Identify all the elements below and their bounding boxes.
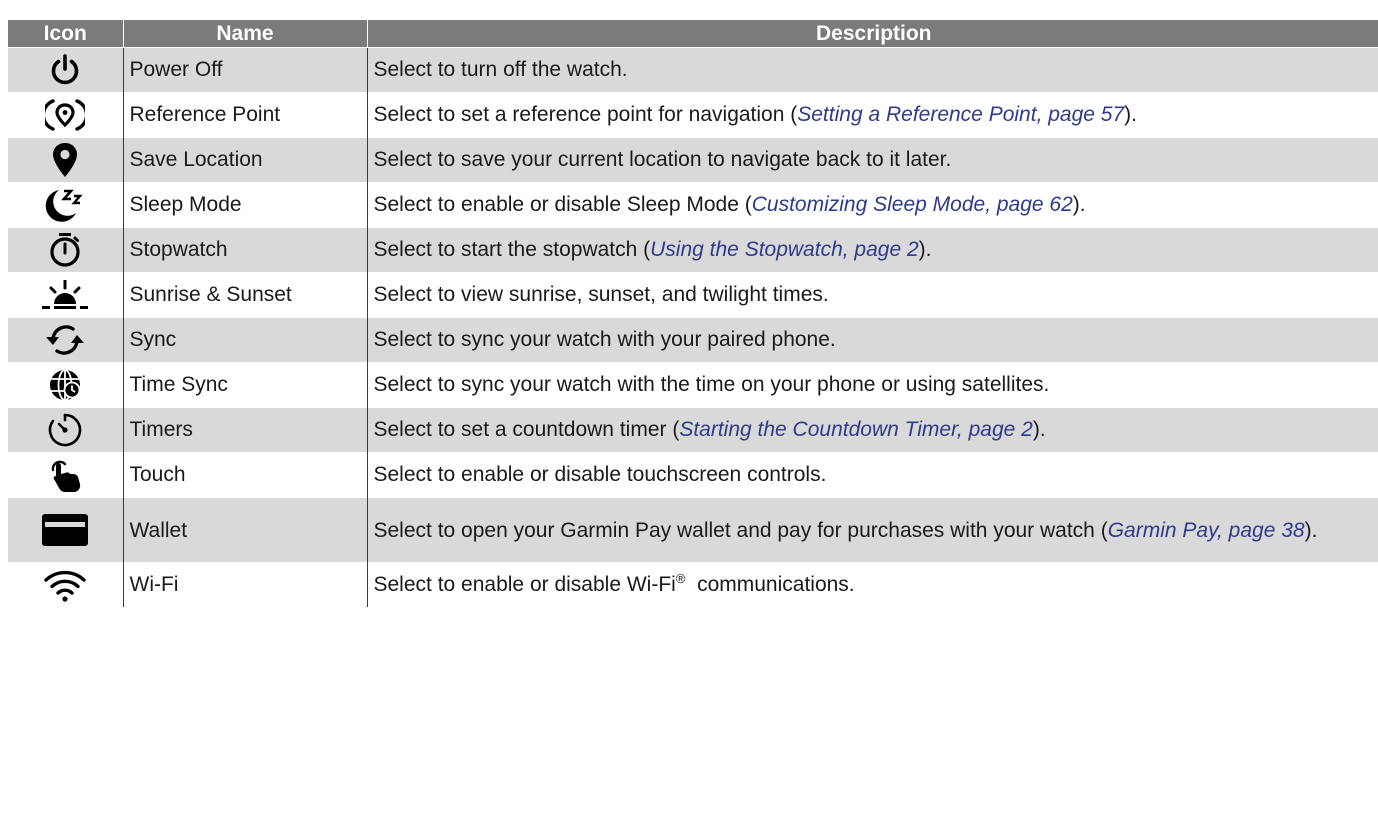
table-row: Sunrise & Sunset Select to view sunrise,… bbox=[8, 272, 1378, 318]
name-cell: Sleep Mode bbox=[122, 182, 367, 228]
wallet-card-icon bbox=[42, 514, 89, 546]
cross-reference-link[interactable]: Setting a Reference Point, page 57 bbox=[797, 103, 1124, 126]
icon-cell bbox=[8, 362, 123, 408]
description-cell: Select to enable or disable Wi-Fi® commu… bbox=[366, 562, 1378, 607]
touch-hand-icon bbox=[51, 460, 81, 492]
icon-reference-table: Icon Name Description Power Off Select t… bbox=[8, 20, 1378, 607]
name-cell: Time Sync bbox=[122, 362, 367, 408]
icon-cell bbox=[8, 227, 123, 273]
icon-cell bbox=[8, 92, 123, 138]
header-row: Icon Name Description bbox=[8, 20, 1378, 48]
name-cell: Reference Point bbox=[122, 92, 367, 138]
table-row: Power Off Select to turn off the watch. bbox=[8, 47, 1378, 93]
registered-mark: ® bbox=[675, 571, 686, 586]
table-row: Save Location Select to save your curren… bbox=[8, 137, 1378, 183]
name-cell: Power Off bbox=[122, 47, 367, 93]
time-sync-globe-icon bbox=[50, 369, 81, 401]
sleep-moon-icon bbox=[45, 189, 83, 222]
icon-cell bbox=[8, 137, 123, 183]
icon-cell bbox=[8, 182, 123, 228]
description-cell: Select to sync your watch with the time … bbox=[366, 362, 1378, 408]
table-row: Time Sync Select to sync your watch with… bbox=[8, 362, 1378, 408]
table-row: Sleep Mode Select to enable or disable S… bbox=[8, 182, 1378, 228]
table-row: Wallet Select to open your Garmin Pay wa… bbox=[8, 497, 1378, 563]
table-row: Wi-Fi Select to enable or disable Wi-Fi®… bbox=[8, 562, 1378, 607]
description-cell: Select to open your Garmin Pay wallet an… bbox=[366, 497, 1378, 563]
stopwatch-icon bbox=[50, 233, 80, 267]
table-row: Stopwatch Select to start the stopwatch … bbox=[8, 227, 1378, 273]
description-cell: Select to sync your watch with your pair… bbox=[366, 317, 1378, 363]
location-pin-icon bbox=[53, 143, 78, 177]
name-cell: Touch bbox=[122, 452, 367, 498]
description-cell: Select to start the stopwatch (Using the… bbox=[366, 227, 1378, 273]
table-row: Timers Select to set a countdown timer (… bbox=[8, 407, 1378, 453]
description-cell: Select to enable or disable touchscreen … bbox=[366, 452, 1378, 498]
description-cell: Select to save your current location to … bbox=[366, 137, 1378, 183]
timer-icon bbox=[48, 413, 82, 447]
icon-cell bbox=[8, 47, 123, 93]
table-row: Reference Point Select to set a referenc… bbox=[8, 92, 1378, 138]
name-cell: Sync bbox=[122, 317, 367, 363]
name-cell: Wallet bbox=[122, 497, 367, 563]
name-cell: Save Location bbox=[122, 137, 367, 183]
name-cell: Stopwatch bbox=[122, 227, 367, 273]
description-cell: Select to set a reference point for navi… bbox=[366, 92, 1378, 138]
cross-reference-link[interactable]: Garmin Pay, page 38 bbox=[1108, 519, 1305, 542]
reference-point-icon bbox=[45, 99, 86, 131]
sunrise-icon bbox=[42, 280, 89, 309]
description-cell: Select to enable or disable Sleep Mode (… bbox=[366, 182, 1378, 228]
icon-cell bbox=[8, 562, 123, 607]
sync-icon bbox=[46, 325, 85, 355]
cross-reference-link[interactable]: Using the Stopwatch, page 2 bbox=[650, 238, 919, 261]
description-cell: Select to set a countdown timer (Startin… bbox=[366, 407, 1378, 453]
table-row: Sync Select to sync your watch with your… bbox=[8, 317, 1378, 363]
header-icon: Icon bbox=[8, 20, 123, 48]
icon-cell bbox=[8, 497, 123, 563]
icon-cell bbox=[8, 407, 123, 453]
description-cell: Select to turn off the watch. bbox=[366, 47, 1378, 93]
wifi-icon bbox=[44, 570, 86, 602]
header-description: Description bbox=[366, 20, 1378, 48]
power-off-icon bbox=[51, 54, 79, 85]
description-cell: Select to view sunrise, sunset, and twil… bbox=[366, 272, 1378, 318]
cross-reference-link[interactable]: Starting the Countdown Timer, page 2 bbox=[679, 418, 1033, 441]
name-cell: Sunrise & Sunset bbox=[122, 272, 367, 318]
name-cell: Timers bbox=[122, 407, 367, 453]
name-cell: Wi-Fi bbox=[122, 562, 367, 607]
icon-cell bbox=[8, 452, 123, 498]
header-name: Name bbox=[122, 20, 367, 48]
icon-cell bbox=[8, 317, 123, 363]
table-row: Touch Select to enable or disable touchs… bbox=[8, 452, 1378, 498]
cross-reference-link[interactable]: Customizing Sleep Mode, page 62 bbox=[752, 193, 1073, 216]
page: Icon Name Description Power Off Select t… bbox=[0, 0, 1378, 828]
icon-cell bbox=[8, 272, 123, 318]
